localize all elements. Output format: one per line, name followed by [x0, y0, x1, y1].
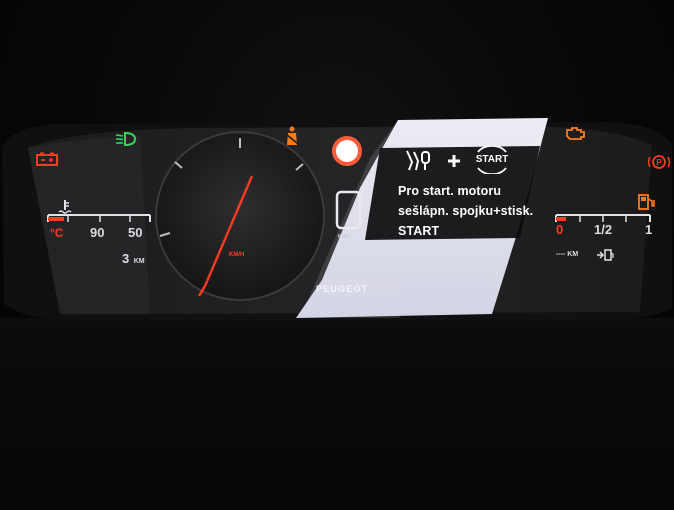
dashboard-lower-panel — [0, 318, 674, 510]
clutch-pedal-icon — [406, 150, 430, 171]
range-fuel-icon — [597, 249, 614, 261]
speedometer-dial — [155, 131, 325, 301]
seatbelt-warning-icon — [285, 126, 299, 145]
trip-value: 3 — [122, 251, 130, 266]
temperature-label-90: 90 — [90, 225, 105, 240]
temperature-label-50: 50 — [128, 225, 143, 240]
battery-warning-icon — [36, 152, 58, 166]
warning-lamp — [332, 136, 362, 166]
plus-icon — [448, 155, 460, 167]
check-engine-icon — [566, 127, 585, 140]
coolant-temperature-icon — [58, 200, 72, 214]
parking-brake-icon: P — [648, 155, 670, 169]
fuel-range: ---- KM — [556, 251, 579, 258]
message-line-2: sešlápn. spojku+stisk. — [398, 204, 534, 218]
trip-distance: 3 KM — [122, 250, 145, 268]
svg-text:P: P — [656, 158, 662, 167]
brand-logo-text: PEUGEOT — [316, 284, 369, 294]
message-line-3: START — [398, 224, 440, 238]
speedometer-unit: KM/H — [229, 252, 245, 258]
fuel-label-empty: 0 — [556, 222, 564, 237]
message-line-1: Pro start. motoru — [398, 184, 502, 198]
trip-unit: KM — [133, 258, 145, 265]
fuel-label-full: 1 — [645, 222, 653, 237]
fuel-label-half: 1/2 — [594, 222, 613, 237]
low-beam-headlight-icon — [115, 132, 137, 146]
temperature-unit: °C — [50, 226, 64, 240]
fuel-pump-icon — [638, 194, 655, 210]
start-icon-label: START — [475, 154, 509, 165]
start-button-icon: START — [472, 146, 512, 174]
gear-unit: KM/H — [338, 234, 351, 240]
